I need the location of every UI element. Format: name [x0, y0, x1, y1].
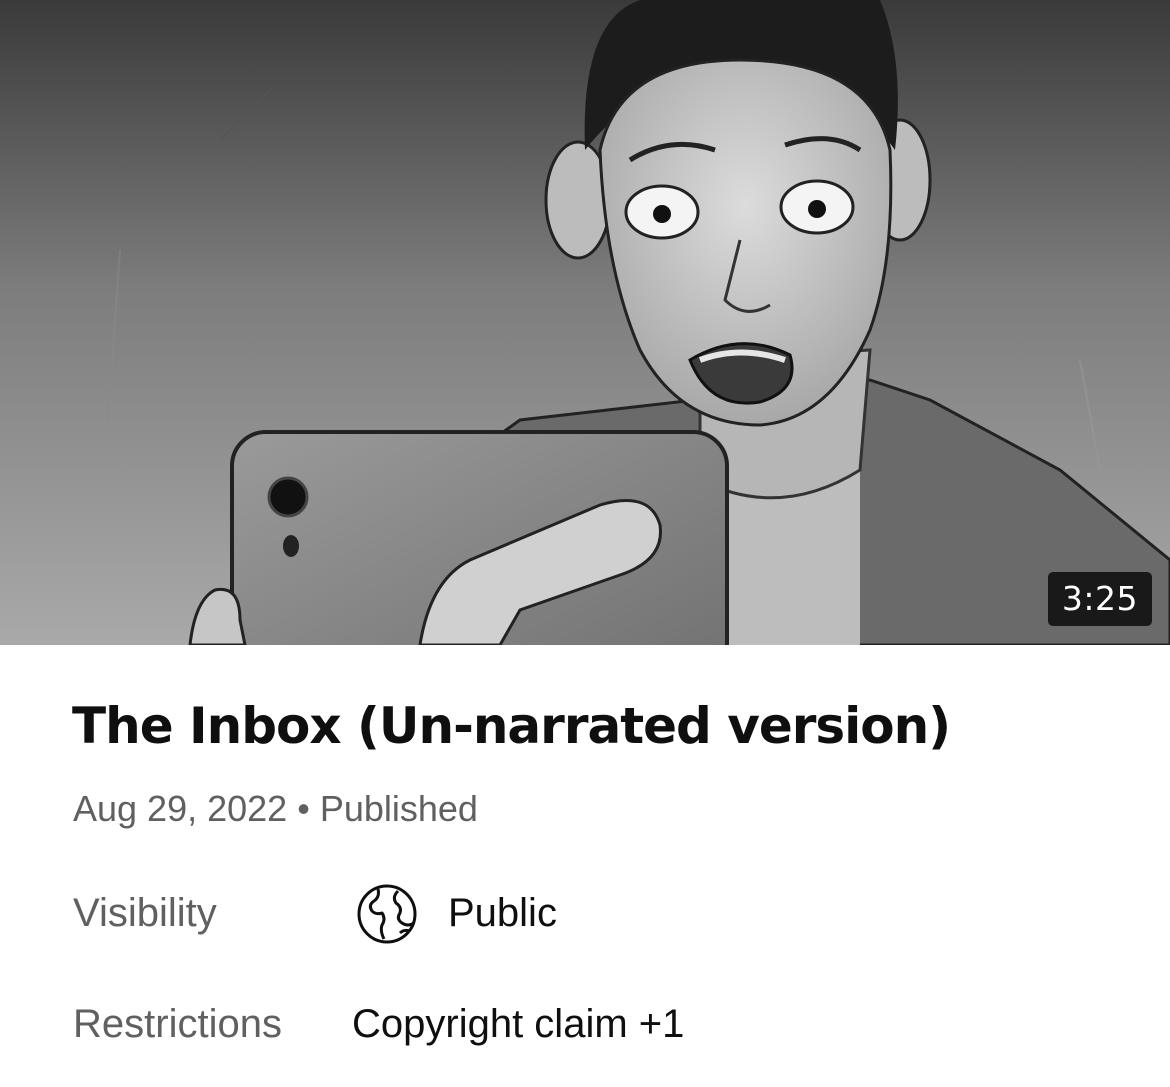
video-meta: Aug 29, 2022 • Published	[73, 788, 478, 830]
visibility-label: Visibility	[73, 891, 217, 935]
video-title[interactable]: The Inbox (Un-narrated version)	[72, 697, 951, 755]
visibility-value: Public	[448, 891, 557, 935]
restrictions-row[interactable]: Restrictions Copyright claim +1	[73, 994, 1133, 1054]
restrictions-value: Copyright claim +1	[352, 1002, 685, 1046]
meta-separator: •	[297, 788, 310, 829]
publish-date: Aug 29, 2022	[73, 788, 288, 829]
globe-icon	[356, 883, 418, 945]
visibility-row[interactable]: Visibility Public	[73, 883, 1133, 945]
video-details: The Inbox (Un-narrated version) Aug 29, …	[0, 645, 1170, 1087]
duration-badge: 3:25	[1047, 572, 1152, 626]
video-thumbnail[interactable]: 3:25	[0, 0, 1170, 645]
thumbnail-illustration	[0, 0, 1170, 645]
publish-status: Published	[319, 788, 478, 829]
restrictions-label: Restrictions	[73, 1002, 282, 1046]
